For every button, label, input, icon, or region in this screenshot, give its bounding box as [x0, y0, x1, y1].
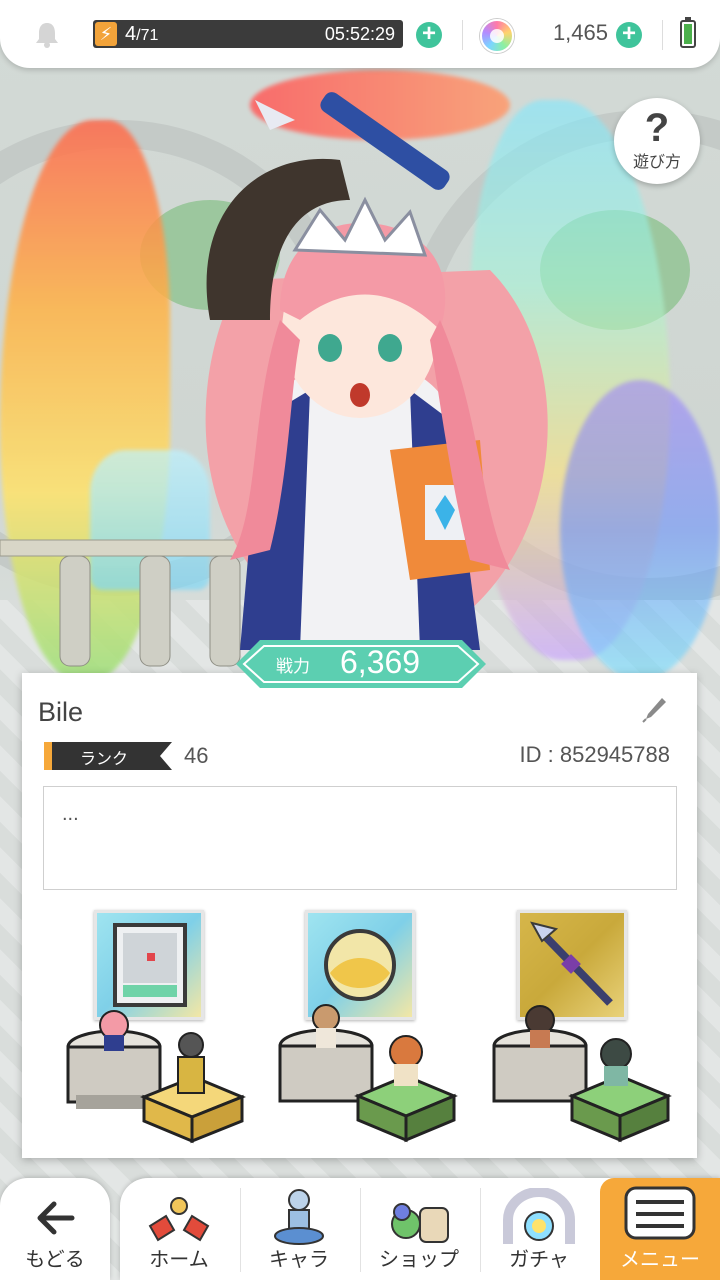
player-id: ID : 852945788: [519, 742, 670, 767]
how-to-play-button[interactable]: ? 遊び方: [614, 98, 700, 184]
add-stamina-button[interactable]: +: [416, 22, 442, 48]
rank-value: 46: [184, 743, 209, 768]
masked-chibi: [600, 1038, 632, 1086]
menu-list-icon: [624, 1186, 696, 1240]
profile-comment-box[interactable]: ...: [43, 786, 677, 890]
nav-character-label: キャラ: [269, 1249, 329, 1271]
battery-icon: [680, 17, 696, 48]
character-figure-icon: [274, 1189, 324, 1245]
question-mark-icon: ?: [644, 106, 670, 150]
combat-power-badge: 戦力 6,369: [236, 638, 486, 690]
rainbow-gem-icon: [480, 19, 514, 53]
player-name: Bile: [38, 697, 84, 727]
lightning-bolt-icon: ⚡: [95, 22, 117, 46]
divider: [662, 20, 663, 50]
character-pedestal-group-2: [278, 1004, 458, 1143]
character-illustration: [205, 92, 548, 650]
home-icon: [148, 1197, 210, 1242]
divider: [462, 20, 463, 50]
nav-home[interactable]: ホーム: [120, 1178, 238, 1280]
rank-tag: ランク: [44, 742, 172, 770]
armored-knight-chibi: [177, 1032, 205, 1094]
character-pedestal-group-1: [66, 1010, 246, 1144]
nav-menu[interactable]: メニュー: [600, 1178, 720, 1280]
edit-pen-icon[interactable]: [640, 695, 668, 725]
nav-gacha[interactable]: ガチャ: [480, 1178, 598, 1280]
gem-count: 1,465: [552, 20, 608, 45]
nav-shop[interactable]: ショップ: [360, 1178, 478, 1280]
crystal-effect: [560, 380, 720, 680]
fighter-chibi: [312, 1004, 340, 1048]
power-label: 戦力: [276, 657, 310, 676]
stamina-count: 4/71: [125, 23, 159, 45]
fox-girl-chibi: [389, 1035, 423, 1086]
nav-gacha-label: ガチャ: [509, 1249, 569, 1271]
back-label: もどる: [25, 1249, 85, 1271]
pink-hair-chibi: [99, 1010, 129, 1051]
stamina-gauge: ⚡ 4/71 05:52:29: [93, 20, 403, 48]
power-value: 6,369: [340, 644, 421, 680]
rank-label: ランク: [80, 751, 129, 768]
stamina-timer: 05:52:29: [324, 24, 395, 44]
notification-bell-icon[interactable]: [34, 20, 60, 48]
pixel-tome-icon: [113, 923, 187, 1007]
nav-shop-label: ショップ: [379, 1249, 459, 1271]
nav-home-label: ホーム: [149, 1249, 209, 1271]
back-arrow-icon: [37, 1201, 75, 1235]
profile-comment-text: ...: [62, 803, 79, 825]
equipped-item-slot-1[interactable]: [94, 910, 204, 1020]
nav-menu-label: メニュー: [620, 1249, 700, 1271]
add-gems-button[interactable]: +: [616, 22, 642, 48]
how-to-play-label: 遊び方: [632, 154, 681, 171]
character-pedestal-group-3: [492, 1005, 672, 1143]
shop-bag-icon: [391, 1203, 449, 1243]
dark-hair-chibi: [525, 1005, 555, 1048]
nav-character[interactable]: キャラ: [240, 1178, 358, 1280]
gacha-portal-icon: [503, 1188, 575, 1244]
back-button[interactable]: もどる: [0, 1178, 110, 1280]
